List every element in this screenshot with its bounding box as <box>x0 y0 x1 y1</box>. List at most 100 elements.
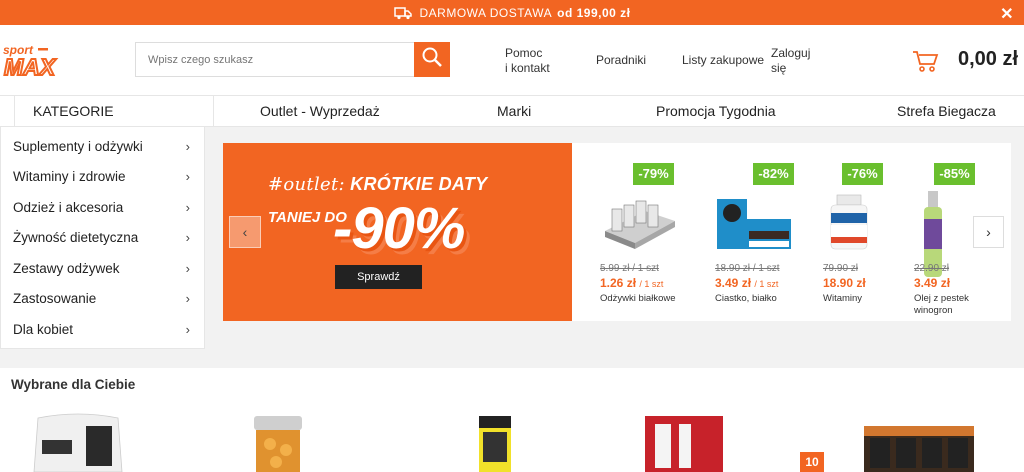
old-price-unit: / 1 szt <box>632 263 659 274</box>
old-price-value: 79.90 zł <box>823 263 859 274</box>
chevron-right-icon: › <box>185 199 190 215</box>
discount-badge: -82% <box>753 163 794 185</box>
nav-weekly-promo[interactable]: Promocja Tygodnia <box>656 96 776 126</box>
category-label: Suplementy i odżywki <box>13 138 143 154</box>
chevron-right-icon: › <box>185 321 190 337</box>
chevron-right-icon: › <box>986 224 991 240</box>
cart-icon[interactable] <box>912 49 940 78</box>
category-supplements[interactable]: Suplementy i odżywki › <box>1 131 204 162</box>
category-menu: Suplementy i odżywki › Witaminy i zdrowie… <box>0 127 205 349</box>
new-price-unit: / 1 szt <box>754 279 779 289</box>
chevron-right-icon: › <box>185 260 190 276</box>
product-image <box>830 194 868 250</box>
discount-badge: -79% <box>633 163 674 185</box>
search-button[interactable] <box>414 42 450 77</box>
login-line1: Zaloguj <box>771 46 811 60</box>
banner-hashtag: #outlet: <box>268 174 345 195</box>
new-price-value: 3.49 zł <box>715 276 752 290</box>
new-price: 18.90 zł <box>823 276 866 290</box>
new-price-value: 18.90 zł <box>823 276 866 290</box>
product-name: Olej z pestek winogron <box>914 293 969 316</box>
close-icon[interactable]: ✕ <box>1000 4 1014 24</box>
recommended-badge: 10 <box>800 452 824 472</box>
old-price-unit: / 1 szt <box>752 263 780 274</box>
promo-amount: od 199,00 zł <box>557 5 631 20</box>
search-icon <box>421 46 443 73</box>
recommended-product-image[interactable] <box>862 412 977 472</box>
help-contact-link[interactable]: Pomoc i kontakt <box>505 46 550 76</box>
category-label: Żywność dietetyczna <box>13 230 139 246</box>
recommended-product-image[interactable] <box>30 412 126 472</box>
help-line2: i kontakt <box>505 61 550 75</box>
login-line2: się <box>771 61 787 75</box>
recommended-product-image[interactable] <box>250 412 306 472</box>
discount-badge: -85% <box>934 163 975 185</box>
cart-total[interactable]: 0,00 zł <box>958 48 1018 71</box>
new-price: 3.49 zł / 1 szt <box>715 276 778 290</box>
new-price-value: 3.49 zł <box>914 276 951 290</box>
category-label: Dla kobiet <box>13 321 74 337</box>
help-line1: Pomoc <box>505 46 543 60</box>
category-clothing[interactable]: Odzież i akcesoria › <box>1 192 204 223</box>
recommended-product-image[interactable] <box>645 412 725 472</box>
main-nav: KATEGORIE Outlet - Wyprzedaż Marki Promo… <box>0 95 1024 127</box>
old-price-value: 22.90 zł <box>914 263 950 274</box>
recommended-product-image[interactable] <box>455 412 535 472</box>
nav-runner-zone[interactable]: Strefa Biegacza <box>897 96 996 126</box>
category-label: Witaminy i zdrowie <box>13 169 126 185</box>
chevron-left-icon: ‹ <box>242 224 248 240</box>
recommended-section: Wybrane dla Ciebie 10 <box>0 368 1024 472</box>
product-image <box>605 200 675 249</box>
old-price: 5.99 zł / 1 szt <box>600 263 659 274</box>
new-price: 1.26 zł / 1 szt <box>600 276 663 290</box>
banner-check-button[interactable]: Sprawdź <box>335 265 422 289</box>
outlet-banner[interactable]: #outlet: KRÓTKIE DATY TANIEJ DO -90% Spr… <box>223 143 572 321</box>
nav-brands[interactable]: Marki <box>497 96 531 126</box>
category-diet-food[interactable]: Żywność dietetyczna › <box>1 223 204 254</box>
banner-discount: -90% <box>333 196 465 261</box>
free-shipping-bar: DARMOWA DOSTAWA od 199,00 zł ✕ <box>0 0 1024 25</box>
product-name: Ciastko, białko <box>715 293 777 304</box>
promo-text: DARMOWA DOSTAWA <box>419 5 553 20</box>
category-sets[interactable]: Zestawy odżywek › <box>1 253 204 284</box>
nav-outlet[interactable]: Outlet - Wyprzedaż <box>260 96 380 126</box>
old-price: 79.90 zł <box>823 263 858 274</box>
banner-headline: #outlet: KRÓTKIE DATY <box>268 174 487 195</box>
categories-toggle[interactable]: KATEGORIE <box>14 96 214 127</box>
shopping-lists-link[interactable]: Listy zakupowe <box>682 53 764 68</box>
category-label: Zastosowanie <box>13 291 97 307</box>
chevron-right-icon: › <box>185 169 190 185</box>
product-carousel: -79% 5.99 zł / 1 szt 1.26 zł / 1 szt Odż… <box>572 143 1011 321</box>
search-input[interactable] <box>136 43 415 76</box>
chevron-right-icon: › <box>185 230 190 246</box>
product-name: Witaminy <box>823 293 863 304</box>
category-vitamins[interactable]: Witaminy i zdrowie › <box>1 162 204 193</box>
category-women[interactable]: Dla kobiet › <box>1 314 204 345</box>
product-image <box>717 199 791 249</box>
search-box <box>135 42 450 77</box>
truck-icon <box>393 6 412 20</box>
banner-headline-text: KRÓTKIE DATY <box>350 174 488 194</box>
discount-badge: -76% <box>842 163 883 185</box>
carousel-prev-button[interactable]: ‹ <box>229 216 261 248</box>
old-price: 22.90 zł <box>914 263 949 274</box>
sport-max-logo[interactable]: sport MAX <box>2 42 88 78</box>
category-usage[interactable]: Zastosowanie › <box>1 284 204 315</box>
old-price: 18.90 zł / 1 szt <box>715 263 780 274</box>
guides-link[interactable]: Poradniki <box>596 53 646 68</box>
new-price-unit: / 1 szt <box>639 279 664 289</box>
carousel-next-button[interactable]: › <box>973 216 1004 248</box>
category-label: Zestawy odżywek <box>13 260 120 276</box>
old-price-value: 5.99 zł <box>600 263 630 274</box>
recommended-title: Wybrane dla Ciebie <box>11 377 136 392</box>
header: sport MAX Pomoc i kontakt Poradniki List… <box>0 25 1024 95</box>
chevron-right-icon: › <box>185 291 190 307</box>
category-label: Odzież i akcesoria <box>13 199 124 215</box>
chevron-right-icon: › <box>185 138 190 154</box>
old-price-value: 18.90 zł <box>715 263 751 274</box>
new-price: 3.49 zł <box>914 276 950 290</box>
new-price-value: 1.26 zł <box>600 276 637 290</box>
login-link[interactable]: Zaloguj się <box>771 46 810 76</box>
svg-text:MAX: MAX <box>4 54 57 78</box>
product-name: Odżywki białkowe <box>600 293 676 304</box>
